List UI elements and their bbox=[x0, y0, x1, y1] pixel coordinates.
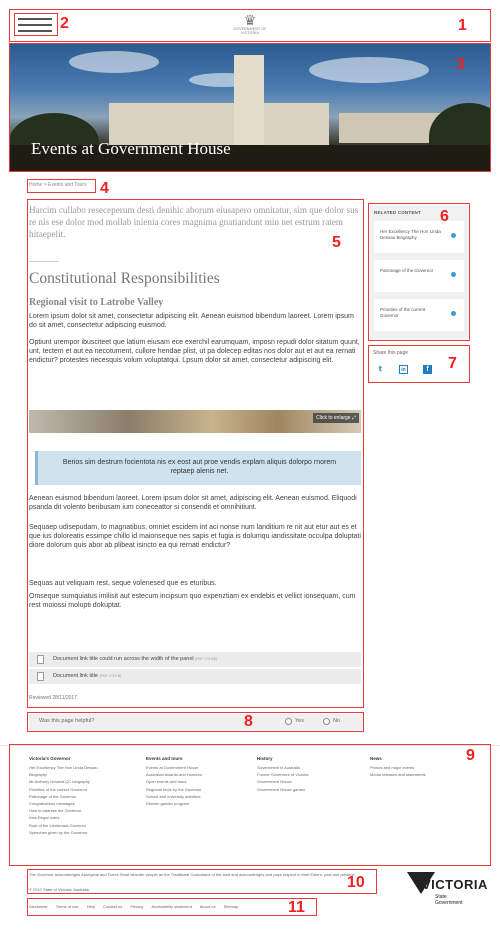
annotation-box bbox=[27, 712, 364, 732]
annotation-label: 7 bbox=[448, 355, 457, 372]
annotation-label: 11 bbox=[288, 899, 305, 916]
state-government-text: State Government bbox=[435, 894, 463, 906]
annotation-label: 1 bbox=[458, 17, 467, 34]
annotation-label: 3 bbox=[456, 56, 465, 73]
annotation-box bbox=[27, 199, 364, 708]
annotation-box bbox=[27, 179, 96, 193]
annotation-label: 8 bbox=[244, 713, 253, 730]
annotation-label: 2 bbox=[60, 15, 69, 32]
government-label: Government bbox=[435, 900, 463, 906]
annotation-box bbox=[9, 744, 491, 866]
victoria-state-government-logo[interactable]: VICTORIA State Government bbox=[407, 872, 487, 912]
annotation-label: 5 bbox=[332, 234, 341, 251]
annotation-label: 4 bbox=[100, 180, 109, 197]
annotation-box bbox=[14, 13, 58, 36]
annotation-box bbox=[368, 203, 470, 341]
annotation-box bbox=[9, 43, 491, 172]
annotation-label: 6 bbox=[440, 208, 449, 225]
annotation-label: 9 bbox=[466, 747, 475, 764]
annotation-box bbox=[9, 9, 491, 42]
annotation-box bbox=[27, 869, 377, 894]
annotation-label: 10 bbox=[347, 874, 365, 891]
victoria-wordmark: VICTORIA bbox=[422, 877, 488, 892]
annotation-box bbox=[27, 898, 317, 916]
